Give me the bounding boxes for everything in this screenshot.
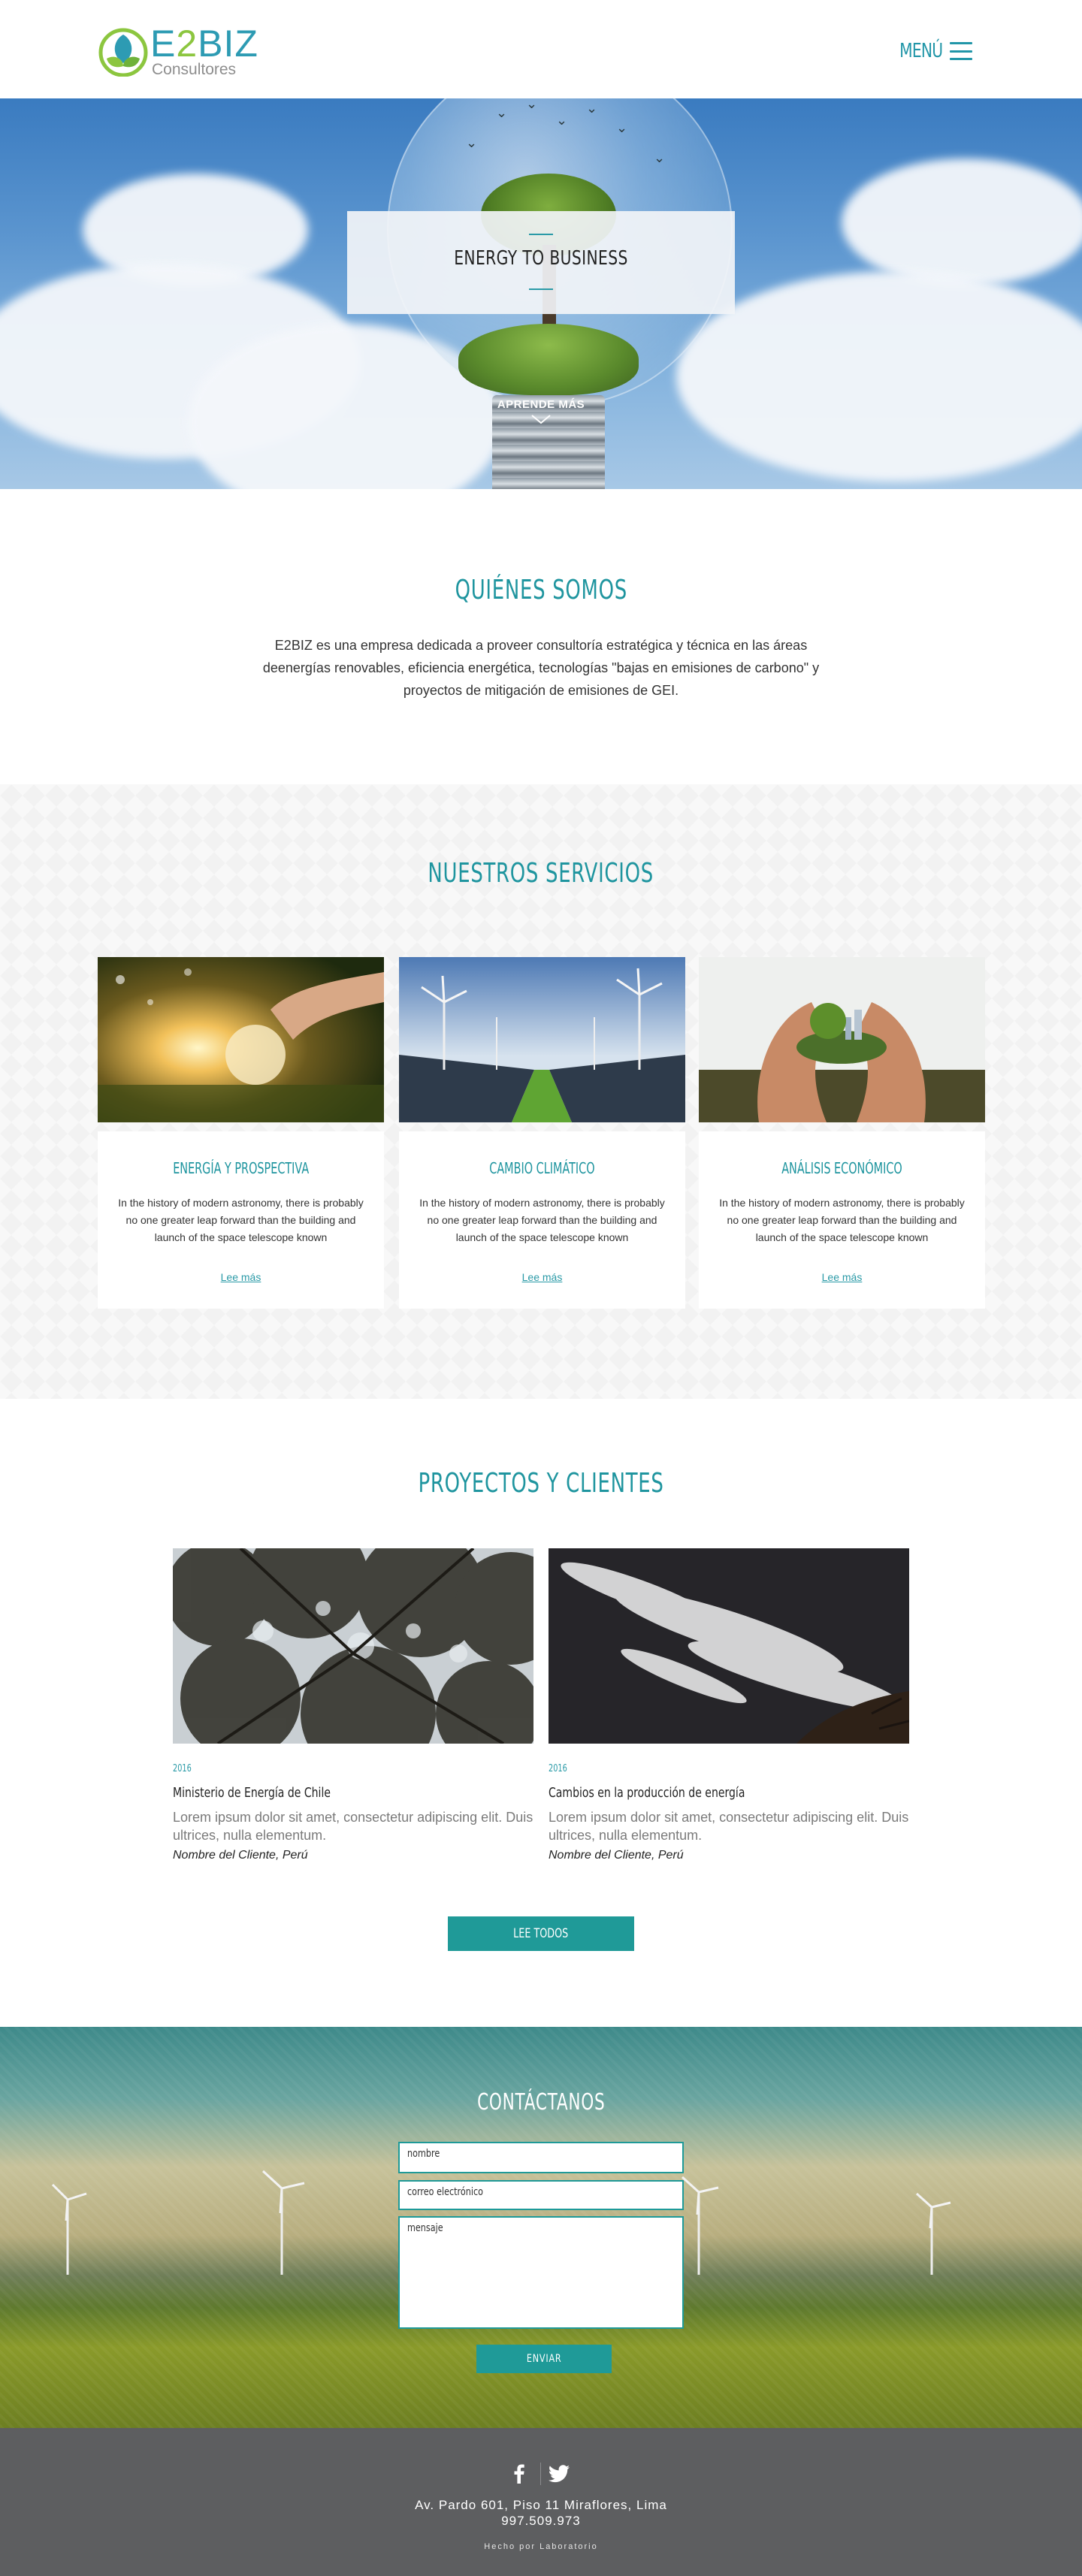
read-all-button[interactable]: LEE TODOS (448, 1916, 634, 1951)
menu-label: MENÚ (899, 40, 943, 62)
service-title: CAMBIO CLIMÁTICO (489, 1159, 595, 1177)
logo[interactable]: E2BIZ Consultores (98, 23, 258, 78)
service-image-bulb (98, 957, 384, 1122)
project-client: Nombre del Cliente, Perú (549, 1849, 684, 1862)
projects-title: PROYECTOS Y CLIENTES (418, 1468, 664, 1499)
project-client: Nombre del Cliente, Perú (173, 1849, 308, 1862)
services-section: NUESTROS SERVICIOS ENERGÍA Y PROSPECTIVA… (0, 784, 1082, 1399)
footer-credit[interactable]: Hecho por Laboratorio (0, 2542, 1082, 2551)
site-header: E2BIZ Consultores MENÚ (0, 0, 1082, 98)
wind-turbine-image (51, 2183, 87, 2275)
contact-title: CONTÁCTANOS (476, 2089, 606, 2115)
logo-subtitle: Consultores (152, 61, 237, 78)
chevron-down-icon[interactable] (530, 414, 552, 424)
footer-phone: 997.509.973 (501, 2514, 581, 2528)
project-description: Lorem ipsum dolor sit amet, consectetur … (173, 1810, 533, 1843)
service-image-wind-solar (399, 957, 685, 1122)
send-button[interactable]: ENVIAR (476, 2345, 612, 2373)
social-links (500, 2463, 582, 2485)
project-item: 2016 Ministerio de Energía de Chile Lore… (173, 1548, 533, 1862)
leaf-logo-icon (98, 28, 148, 77)
bird-icon: ⌄ (586, 101, 598, 116)
message-field[interactable]: mensaje (398, 2216, 684, 2329)
service-text: In the history of modern astronomy, ther… (719, 1197, 965, 1243)
service-card-body: ENERGÍA Y PROSPECTIVA In the history of … (98, 1131, 384, 1309)
cloud (842, 159, 1082, 286)
service-card-body: CAMBIO CLIMÁTICO In the history of moder… (399, 1131, 685, 1309)
menu-button[interactable]: MENÚ (887, 36, 972, 66)
service-title: ANÁLISIS ECONÓMICO (781, 1159, 902, 1177)
project-image-forest[interactable] (173, 1548, 533, 1744)
facebook-icon[interactable] (508, 2463, 530, 2485)
social-separator (540, 2463, 541, 2485)
project-item: 2016 Cambios en la producción de energía… (549, 1548, 909, 1862)
service-text: In the history of modern astronomy, ther… (118, 1197, 364, 1243)
project-year: 2016 (549, 1763, 567, 1774)
site-footer: Av. Pardo 601, Piso 11 Miraflores, Lima … (0, 2428, 1082, 2576)
name-field[interactable]: nombre (398, 2142, 684, 2173)
project-title[interactable]: Cambios en la producción de energía (549, 1785, 830, 1801)
project-title[interactable]: Ministerio de Energía de Chile (173, 1785, 454, 1801)
wind-turbine-image (915, 2192, 951, 2275)
project-description: Lorem ipsum dolor sit amet, consectetur … (549, 1810, 909, 1843)
service-image-hands (699, 957, 985, 1122)
service-card: ENERGÍA Y PROSPECTIVA In the history of … (98, 957, 384, 1309)
bird-icon: ⌄ (466, 135, 478, 150)
twitter-icon[interactable] (549, 2464, 571, 2484)
service-card: CAMBIO CLIMÁTICO In the history of moder… (399, 957, 685, 1309)
email-field[interactable]: correo electrónico (398, 2180, 684, 2210)
read-more-link[interactable]: Lee más (399, 1271, 685, 1283)
bird-icon: ⌄ (654, 150, 666, 165)
service-card-body: ANÁLISIS ECONÓMICO In the history of mod… (699, 1131, 985, 1309)
hero-divider-bottom (529, 288, 553, 290)
logo-title: E2BIZ (150, 23, 258, 65)
about-section: QUIÉNES SOMOS E2BIZ es una empresa dedic… (0, 489, 1082, 784)
bird-icon: ⌄ (616, 120, 628, 135)
about-text: E2BIZ es una empresa dedicada a proveer … (262, 638, 820, 698)
grass-base (458, 324, 639, 395)
project-year: 2016 (173, 1763, 192, 1774)
hero-title-box: ENERGY TO BUSINESS (347, 211, 735, 314)
bird-icon: ⌄ (526, 98, 538, 111)
project-image-waves[interactable] (549, 1548, 909, 1744)
hero-banner: ⌄ ⌄ ⌄ ⌄ ⌄ ⌄ ⌄ ENERGY TO BUSINESS APRENDE… (0, 98, 1082, 489)
about-title: QUIÉNES SOMOS (455, 575, 627, 605)
logo-biz: BIZ (198, 23, 258, 65)
hamburger-icon (950, 42, 972, 60)
learn-more-link[interactable]: APRENDE MÁS (466, 398, 616, 411)
read-more-link[interactable]: Lee más (98, 1271, 384, 1283)
wind-turbine-image (261, 2170, 305, 2275)
contact-section: CONTÁCTANOS nombre correo electrónico me… (0, 2027, 1082, 2428)
cloud (676, 271, 1082, 482)
service-card: ANÁLISIS ECONÓMICO In the history of mod… (699, 957, 985, 1309)
hero-title: ENERGY TO BUSINESS (454, 247, 628, 270)
bird-icon: ⌄ (556, 113, 568, 128)
logo-e: E (150, 23, 177, 65)
service-text: In the history of modern astronomy, ther… (419, 1197, 665, 1243)
hero-divider-top (529, 234, 553, 235)
projects-section: PROYECTOS Y CLIENTES 2016 Ministerio de … (0, 1399, 1082, 2027)
bird-icon: ⌄ (496, 105, 508, 120)
read-more-link[interactable]: Lee más (699, 1271, 985, 1283)
logo-2: 2 (176, 23, 198, 65)
service-title: ENERGÍA Y PROSPECTIVA (172, 1159, 310, 1177)
footer-address: Av. Pardo 601, Piso 11 Miraflores, Lima (415, 2498, 667, 2512)
services-title: NUESTROS SERVICIOS (428, 858, 654, 889)
